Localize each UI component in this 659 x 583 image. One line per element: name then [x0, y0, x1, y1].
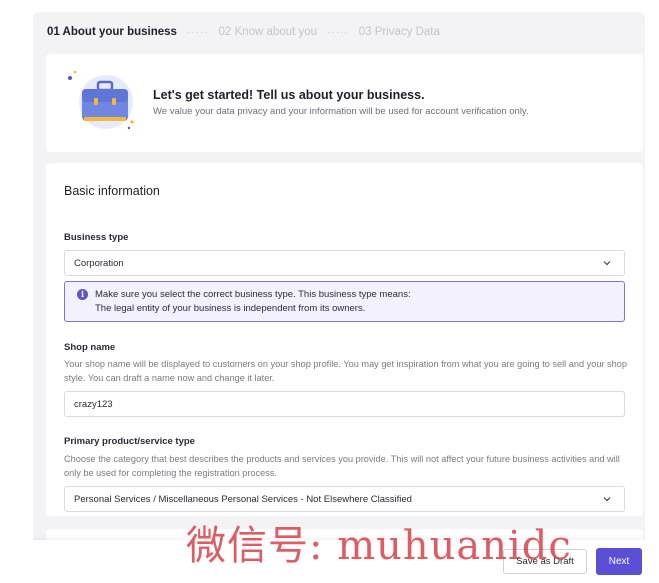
- step-separator: ·····: [186, 26, 209, 38]
- product-type-label: Primary product/service type: [64, 436, 195, 447]
- shop-name-value: crazy123: [74, 398, 113, 410]
- basic-info-form: Basic information Business type Corporat…: [46, 163, 643, 516]
- business-type-select[interactable]: Corporation: [64, 250, 625, 276]
- intro-card: Let's get started! Tell us about your bu…: [46, 54, 643, 152]
- next-button[interactable]: Next: [596, 548, 642, 575]
- briefcase-icon: [68, 70, 134, 130]
- product-type-select[interactable]: Personal Services / Miscellaneous Person…: [64, 486, 625, 512]
- intro-subtitle: We value your data privacy and your info…: [153, 106, 529, 117]
- product-type-description: Choose the category that best describes …: [64, 454, 620, 478]
- intro-title: Let's get started! Tell us about your bu…: [153, 88, 425, 102]
- step-know-about-you[interactable]: 02 Know about you: [219, 26, 317, 38]
- business-type-info: i Make sure you select the correct busin…: [64, 281, 625, 322]
- shop-name-label: Shop name: [64, 342, 116, 353]
- stepper: 01 About your business ····· 02 Know abo…: [47, 26, 440, 38]
- footer-bar: Save as Draft Next: [33, 540, 645, 580]
- info-line-1: Make sure you select the correct busines…: [95, 289, 411, 300]
- business-type-value: Corporation: [74, 257, 124, 269]
- step-separator: ·····: [327, 26, 349, 38]
- onboarding-panel: 01 About your business ····· 02 Know abo…: [33, 12, 645, 580]
- info-line-2: The legal entity of your business is ind…: [95, 303, 366, 314]
- step-about-business[interactable]: 01 About your business: [47, 26, 177, 38]
- section-title: Basic information: [64, 184, 160, 198]
- business-type-label: Business type: [64, 232, 129, 243]
- info-icon: i: [77, 289, 88, 300]
- shop-name-input[interactable]: crazy123: [64, 391, 625, 417]
- chevron-down-icon: [603, 497, 611, 502]
- chevron-down-icon: [603, 261, 611, 266]
- product-type-value: Personal Services / Miscellaneous Person…: [74, 493, 412, 505]
- step-privacy-data[interactable]: 03 Privacy Data: [359, 26, 440, 38]
- shop-name-description: Your shop name will be displayed to cust…: [64, 359, 627, 383]
- save-draft-button[interactable]: Save as Draft: [503, 549, 587, 574]
